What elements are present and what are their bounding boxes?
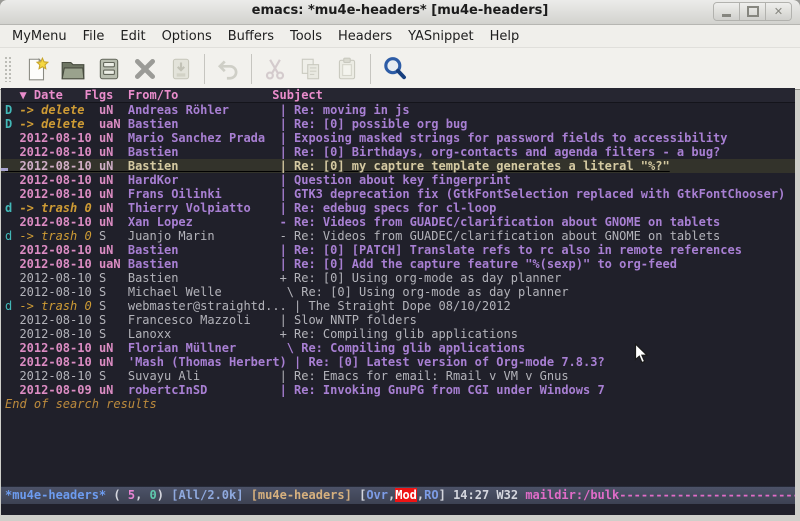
title-bar: emacs: *mu4e-headers* [mu4e-headers] ✕: [0, 0, 800, 25]
modeline-segment-plain: ]: [439, 488, 453, 502]
modeline-segment-buffer: *mu4e-headers*: [5, 488, 106, 502]
message-row[interactable]: 2012-08-10 S Michael Welle \ Re: [0] Usi…: [1, 285, 795, 299]
modeline-segment-plain: ): [157, 488, 171, 502]
menu-item-tools[interactable]: Tools: [282, 27, 330, 46]
new-file-icon: [24, 56, 50, 82]
message-row[interactable]: 2012-08-10 uN Bastien | Re: [0] my captu…: [1, 159, 795, 173]
close-button[interactable]: ✕: [765, 3, 791, 20]
menu-item-edit[interactable]: Edit: [112, 27, 153, 46]
x-icon: [132, 56, 158, 82]
message-row[interactable]: d -> trash 0 uN Thierry Volpiatto | Re: …: [1, 201, 795, 215]
modeline-segment-plain: ,: [135, 488, 149, 502]
undo-icon: [215, 56, 241, 82]
message-row[interactable]: 2012-08-10 S Bastien + Re: [0] Using org…: [1, 271, 795, 285]
modeline-segment-line: 5: [128, 488, 135, 502]
message-row[interactable]: 2012-08-10 S Francesco Mazzoli | Slow NN…: [1, 313, 795, 327]
save-button[interactable]: [91, 52, 127, 86]
paste-button: [329, 52, 365, 86]
menu-item-file[interactable]: File: [75, 27, 113, 46]
modeline-segment-maildir: maildir:/bulk: [525, 488, 619, 502]
save-icon: [96, 56, 122, 82]
message-row[interactable]: 2012-08-10 S Suvayu Ali | Re: Emacs for …: [1, 369, 795, 383]
minimize-button[interactable]: [714, 3, 739, 20]
modeline-segment-col: 0: [150, 488, 157, 502]
minimize-icon: [722, 14, 731, 17]
menu-bar: MyMenu File Edit Options Buffers Tools H…: [0, 25, 800, 48]
mouse-cursor: [634, 343, 649, 364]
undo-button: [210, 52, 246, 86]
emacs-frame: ▼ Date Flgs From/To Subject D -> delete …: [1, 88, 795, 515]
mode-line: *mu4e-headers* ( 5, 0) [All/2.0k] [mu4e-…: [1, 486, 795, 504]
modeline-segment-dashes: ------------------------------: [619, 488, 795, 502]
message-row[interactable]: 2012-08-10 uN Florian Müllner \ Re: Comp…: [1, 341, 795, 355]
modeline-segment-plain: (: [106, 488, 128, 502]
message-row[interactable]: 2012-08-10 uN Bastien | Re: [0] [PATCH] …: [1, 243, 795, 257]
echo-area: [1, 504, 795, 515]
modeline-segment-flag: RO: [424, 488, 438, 502]
emacs-window: emacs: *mu4e-headers* [mu4e-headers] ✕ M…: [0, 0, 800, 521]
message-row[interactable]: d -> trash 0 S Juanjo Marin - Re: Videos…: [1, 229, 795, 243]
message-row[interactable]: 2012-08-10 uN 'Mash (Thomas Herbert) | R…: [1, 355, 795, 369]
toolbar: [0, 48, 800, 90]
modeline-segment-major-mode: [mu4e-headers]: [251, 488, 352, 502]
toolbar-separator: [251, 54, 252, 84]
menu-item-buffers[interactable]: Buffers: [220, 27, 282, 46]
headers-column-header[interactable]: ▼ Date Flgs From/To Subject: [1, 88, 795, 103]
close-icon: ✕: [774, 6, 783, 17]
maximize-icon: [747, 6, 759, 17]
search-button[interactable]: [376, 52, 412, 86]
message-row[interactable]: 2012-08-09 uN robertcInSD | Re: Invoking…: [1, 383, 795, 397]
maximize-button[interactable]: [739, 3, 765, 20]
message-row[interactable]: 2012-08-10 uN HardKor | Question about k…: [1, 173, 795, 187]
message-row[interactable]: 2012-08-10 uaN Bastien | Re: [0] Add the…: [1, 257, 795, 271]
window-controls: ✕: [713, 2, 792, 21]
cut-button: [257, 52, 293, 86]
empty-buffer-area: [1, 411, 795, 486]
message-row[interactable]: 2012-08-10 S Lanoxx + Re: Compiling glib…: [1, 327, 795, 341]
message-row[interactable]: 2012-08-10 uN Mario Sanchez Prada | Expo…: [1, 131, 795, 145]
modeline-segment-plain: [243, 488, 250, 502]
message-row[interactable]: 2012-08-10 uN Bastien | Re: [0] Birthday…: [1, 145, 795, 159]
menu-item-headers[interactable]: Headers: [330, 27, 400, 46]
save-as-button: [163, 52, 199, 86]
message-row[interactable]: 2012-08-10 uN Xan Lopez - Re: Videos fro…: [1, 215, 795, 229]
open-file-button[interactable]: [55, 52, 91, 86]
message-list: D -> delete uN Andreas Röhler | Re: movi…: [1, 103, 795, 397]
search-icon: [381, 55, 408, 82]
copy-button: [293, 52, 329, 86]
modeline-segment-size: [All/2.0k]: [171, 488, 243, 502]
message-row[interactable]: D -> delete uN Andreas Röhler | Re: movi…: [1, 103, 795, 117]
menu-item-options[interactable]: Options: [154, 27, 220, 46]
modeline-segment-flag: Ovr: [366, 488, 388, 502]
copy-icon: [298, 56, 324, 82]
menu-item-yasnippet[interactable]: YASnippet: [400, 27, 482, 46]
open-folder-icon: [60, 56, 86, 82]
toolbar-drag-handle[interactable]: [4, 56, 13, 82]
scissors-icon: [262, 56, 288, 82]
window-title: emacs: *mu4e-headers* [mu4e-headers]: [0, 3, 800, 18]
toolbar-separator: [204, 54, 205, 84]
menu-item-mymenu[interactable]: MyMenu: [4, 27, 75, 46]
message-row[interactable]: D -> delete uaN Bastien | Re: [0] possib…: [1, 117, 795, 131]
modeline-segment-plain: 14:27 W32: [453, 488, 525, 502]
new-file-button[interactable]: [19, 52, 55, 86]
clipboard-icon: [334, 56, 360, 82]
close-buffer-button[interactable]: [127, 52, 163, 86]
modeline-segment-plain: [: [352, 488, 366, 502]
menu-item-help[interactable]: Help: [482, 27, 528, 46]
end-of-results-label: End of search results: [1, 397, 795, 411]
message-row[interactable]: d -> trash 0 S webmaster@straightd... | …: [1, 299, 795, 313]
message-row[interactable]: 2012-08-10 uN Frans Oilinki | GTK3 depre…: [1, 187, 795, 201]
modeline-segment-modified: Mod: [395, 488, 417, 502]
save-as-icon: [168, 56, 194, 82]
toolbar-separator: [370, 54, 371, 84]
